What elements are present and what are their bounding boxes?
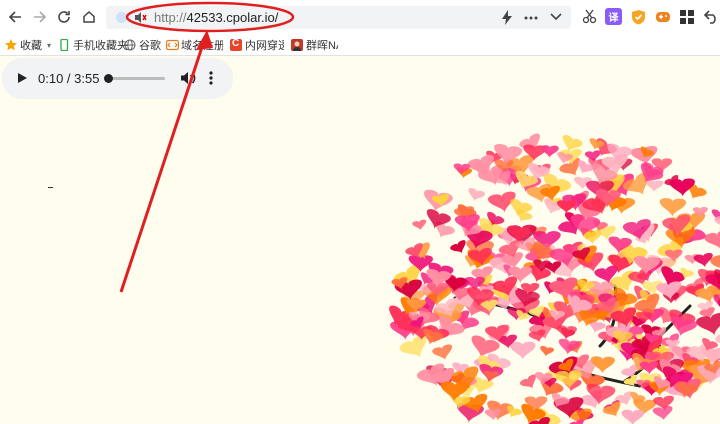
chevron-down-icon[interactable] bbox=[550, 13, 562, 21]
forward-icon[interactable] bbox=[29, 6, 51, 28]
avatar-icon bbox=[291, 39, 303, 51]
bookmark-phone-favorites[interactable]: 手机收藏夹 bbox=[58, 37, 128, 53]
heart-shape bbox=[704, 229, 720, 250]
bookmark-label: 群晖NAS bbox=[306, 40, 338, 52]
address-bar[interactable]: http://42533.cpolar.io/ bbox=[106, 6, 571, 29]
home-icon[interactable] bbox=[78, 6, 100, 28]
gamepad-icon[interactable] bbox=[654, 8, 671, 25]
bookmark-label: 内网穿透 bbox=[245, 40, 284, 52]
bookmark-favorites[interactable]: 收藏 ▾ bbox=[5, 37, 51, 53]
heart-shape bbox=[652, 406, 673, 421]
heart-shape bbox=[557, 325, 577, 340]
translate-icon[interactable]: 译 bbox=[605, 8, 622, 25]
browser-toolbar: http://42533.cpolar.io/ 译 bbox=[0, 0, 720, 34]
star-icon bbox=[5, 39, 17, 51]
page-content: 0:10 / 3:55 bbox=[0, 56, 720, 424]
more-icon[interactable] bbox=[524, 16, 538, 20]
speaker-muted-icon[interactable] bbox=[134, 11, 147, 24]
heart-shape bbox=[558, 338, 581, 355]
heart-shape bbox=[432, 344, 453, 361]
site-icon bbox=[116, 12, 127, 23]
bookmark-label: 谷歌 bbox=[139, 40, 161, 52]
bookmarks-bar: 收藏 ▾ 手机收藏夹 谷歌 域名注册 C 内网穿透 群晖NAS bbox=[0, 34, 720, 56]
heart-shape bbox=[621, 409, 644, 424]
cpolar-icon: C bbox=[230, 38, 242, 51]
bookmark-label: 收藏 bbox=[20, 40, 42, 52]
heart-shape bbox=[645, 179, 664, 193]
caret-down-icon[interactable]: ▾ bbox=[47, 41, 51, 50]
shield-icon[interactable] bbox=[630, 8, 647, 25]
heart-shape bbox=[509, 341, 536, 360]
bookmark-domain[interactable]: 域名注册 bbox=[166, 37, 223, 53]
heart-shape bbox=[468, 188, 485, 202]
heart-tree-animation bbox=[389, 133, 720, 424]
bookmark-intranet[interactable]: C 内网穿透 bbox=[230, 37, 284, 53]
reload-icon[interactable] bbox=[53, 6, 75, 28]
scissors-icon[interactable] bbox=[581, 8, 598, 25]
hearts-cluster bbox=[389, 133, 720, 424]
url-protocol: http:// bbox=[154, 10, 187, 25]
phone-icon bbox=[58, 39, 70, 51]
grid-icon[interactable] bbox=[678, 8, 695, 25]
bookmark-label: 域名注册 bbox=[181, 40, 223, 52]
url-text[interactable]: http://42533.cpolar.io/ bbox=[154, 10, 278, 25]
undo-icon[interactable] bbox=[703, 8, 720, 25]
globe-icon bbox=[124, 39, 136, 51]
bookmark-google[interactable]: 谷歌 bbox=[124, 37, 161, 53]
domain-icon bbox=[166, 39, 179, 51]
heart-shape bbox=[540, 346, 555, 357]
bookmark-synology[interactable]: 群晖NAS bbox=[291, 37, 338, 53]
heart-shape bbox=[602, 401, 621, 418]
bookmark-label: 手机收藏夹 bbox=[73, 40, 128, 52]
heart-shape bbox=[412, 219, 427, 231]
url-host: 42533.cpolar.io/ bbox=[186, 10, 279, 25]
back-icon[interactable] bbox=[4, 6, 26, 28]
lightning-icon[interactable] bbox=[501, 10, 513, 25]
